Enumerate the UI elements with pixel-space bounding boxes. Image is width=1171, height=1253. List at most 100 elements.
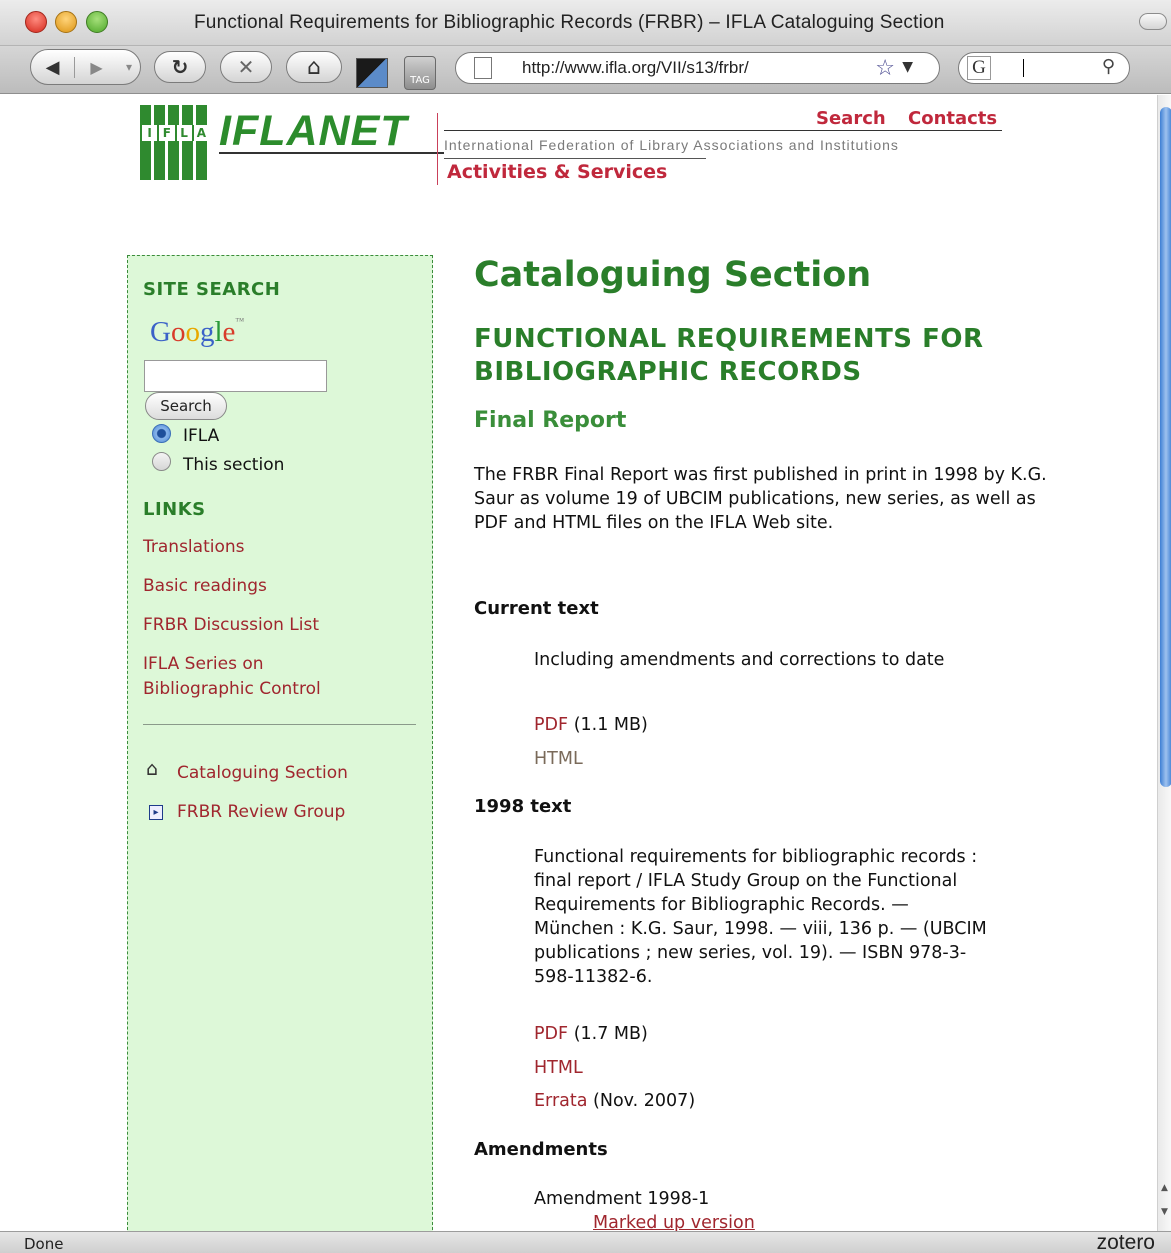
- scrollbar-thumb[interactable]: [1160, 107, 1171, 787]
- header-search-link[interactable]: Search: [816, 108, 886, 129]
- search-icon[interactable]: ⚲: [1102, 56, 1115, 77]
- header-tagline: International Federation of Library Asso…: [444, 137, 899, 153]
- google-logo: Google™: [150, 316, 244, 349]
- text-1998-citation: Functional requirements for bibliographi…: [534, 847, 987, 987]
- radio-ifla[interactable]: [152, 424, 171, 443]
- logo-letters: I F L A: [140, 125, 209, 141]
- search-bar[interactable]: G ⚲: [958, 52, 1130, 84]
- zotero-button[interactable]: zotero: [1097, 1231, 1155, 1253]
- scroll-down-arrow-icon[interactable]: ▼: [1161, 1207, 1168, 1217]
- page-viewport: I F L A IFLANET Search Contacts Internat…: [0, 95, 1171, 1231]
- current-html-link[interactable]: HTML: [534, 749, 583, 769]
- current-pdf-row: PDF (1.1 MB): [534, 715, 648, 735]
- logo-bar: [168, 105, 179, 180]
- forward-button[interactable]: ▶: [75, 58, 118, 77]
- sidebar: SITE SEARCH Google™ Search IFLA This sec…: [127, 255, 433, 1231]
- tag-button[interactable]: TAG: [404, 56, 436, 90]
- stop-icon: ✕: [237, 55, 255, 79]
- page-icon: [474, 57, 492, 79]
- marked-up-row: Marked up version: [593, 1213, 755, 1231]
- errata-link[interactable]: Errata: [534, 1091, 587, 1111]
- window-minimize-button[interactable]: [55, 11, 77, 33]
- window-titlebar: Functional Requirements for Bibliographi…: [0, 0, 1171, 46]
- google-letter: o: [185, 316, 200, 348]
- sidebar-divider: [143, 724, 416, 725]
- google-trademark: ™: [235, 316, 245, 326]
- window-title: Functional Requirements for Bibliographi…: [194, 12, 945, 33]
- status-bar: Done zotero: [0, 1231, 1171, 1253]
- arrow-right-icon: ▸: [149, 805, 163, 820]
- home-button[interactable]: ⌂: [286, 51, 342, 83]
- sidebar-link-translations[interactable]: Translations: [143, 535, 413, 560]
- back-forward-group: ◀ ▶ ▾: [30, 49, 141, 85]
- ifla-logo[interactable]: I F L A: [140, 105, 209, 180]
- text-1998-pdf-row: PDF (1.7 MB): [534, 1024, 648, 1044]
- logo-letter: F: [157, 125, 174, 141]
- text-1998-pdf-link[interactable]: PDF: [534, 1024, 568, 1044]
- status-text: Done: [24, 1235, 64, 1253]
- google-letter: l: [214, 316, 223, 348]
- current-pdf-link[interactable]: PDF: [534, 715, 568, 735]
- sidebar-link-basic-readings[interactable]: Basic readings: [143, 574, 413, 599]
- url-text[interactable]: http://www.ifla.org/VII/s13/frbr/: [522, 58, 749, 78]
- text-1998-pdf-size: (1.7 MB): [573, 1024, 648, 1044]
- google-letter: G: [150, 316, 171, 348]
- links-heading: LINKS: [143, 499, 206, 520]
- intro-paragraph: The FRBR Final Report was first publishe…: [474, 465, 1047, 533]
- tag-label: TAG: [410, 75, 430, 86]
- home-icon: ⌂: [146, 758, 159, 780]
- stop-button[interactable]: ✕: [220, 51, 272, 83]
- site-search-button[interactable]: Search: [145, 392, 227, 420]
- url-dropdown-icon[interactable]: ▼: [902, 59, 913, 75]
- current-text-description: Including amendments and corrections to …: [534, 650, 945, 670]
- text-1998-html-row: HTML: [534, 1058, 583, 1078]
- logo-bar: [154, 105, 165, 180]
- logo-letter: A: [191, 125, 209, 141]
- sidebar-link-discussion-list[interactable]: FRBR Discussion List: [143, 613, 413, 638]
- text-1998-html-link[interactable]: HTML: [534, 1058, 583, 1078]
- page-subtitle: FUNCTIONAL REQUIREMENTS FOR BIBLIOGRAPHI…: [474, 324, 984, 387]
- reload-button[interactable]: ↻: [154, 51, 206, 83]
- sidebar-link-frbr-review-group[interactable]: FRBR Review Group: [177, 800, 447, 825]
- bookmark-star-icon[interactable]: ☆: [875, 56, 895, 81]
- iflanet-brand[interactable]: IFLANET: [219, 107, 408, 156]
- google-letter: g: [199, 316, 215, 348]
- radio-this-section[interactable]: [152, 452, 171, 471]
- activities-services-link[interactable]: Activities & Services: [447, 161, 667, 183]
- reload-icon: ↻: [171, 55, 189, 79]
- browser-toolbar: ◀ ▶ ▾ ↻ ✕ ⌂ TAG http://www.ifla.org/VII/…: [0, 46, 1171, 94]
- current-text-heading: Current text: [474, 598, 599, 619]
- text-1998-heading: 1998 text: [474, 796, 572, 817]
- final-report-heading: Final Report: [474, 408, 627, 433]
- toolbar-toggle-button[interactable]: [1139, 13, 1167, 30]
- radio-ifla-label: IFLA: [183, 426, 220, 446]
- bookmarks-icon[interactable]: [356, 58, 388, 88]
- marked-up-version-link[interactable]: Marked up version: [593, 1213, 755, 1231]
- google-letter: o: [170, 316, 186, 348]
- history-dropdown-icon[interactable]: ▾: [118, 60, 140, 74]
- header-contacts-link[interactable]: Contacts: [908, 108, 997, 129]
- search-engine-icon[interactable]: G: [967, 56, 991, 80]
- window-zoom-button[interactable]: [86, 11, 108, 33]
- sidebar-link-ifla-series[interactable]: IFLA Series on Bibliographic Control: [143, 652, 373, 702]
- amendment-1998-1: Amendment 1998-1: [534, 1189, 710, 1209]
- radio-this-section-label: This section: [183, 455, 285, 475]
- site-search-heading: SITE SEARCH: [143, 279, 281, 300]
- logo-letter: I: [140, 125, 157, 141]
- home-icon: ⌂: [307, 54, 321, 80]
- scroll-up-arrow-icon[interactable]: ▲: [1161, 1183, 1168, 1193]
- text-caret: [1023, 59, 1024, 77]
- header-rule: [444, 158, 706, 159]
- page-title: Cataloguing Section: [474, 255, 872, 295]
- errata-row: Errata (Nov. 2007): [534, 1091, 695, 1111]
- sidebar-link-cataloguing-section[interactable]: Cataloguing Section: [177, 761, 447, 786]
- site-search-input[interactable]: [144, 360, 327, 392]
- window-close-button[interactable]: [25, 11, 47, 33]
- vertical-scrollbar[interactable]: ▲ ▼: [1157, 95, 1171, 1231]
- address-bar[interactable]: http://www.ifla.org/VII/s13/frbr/ ☆ ▼: [455, 52, 940, 84]
- logo-bar: [182, 105, 193, 180]
- amendments-heading: Amendments: [474, 1139, 608, 1160]
- errata-date: (Nov. 2007): [593, 1091, 696, 1111]
- back-button[interactable]: ◀: [31, 56, 75, 78]
- header-rule: [219, 152, 444, 154]
